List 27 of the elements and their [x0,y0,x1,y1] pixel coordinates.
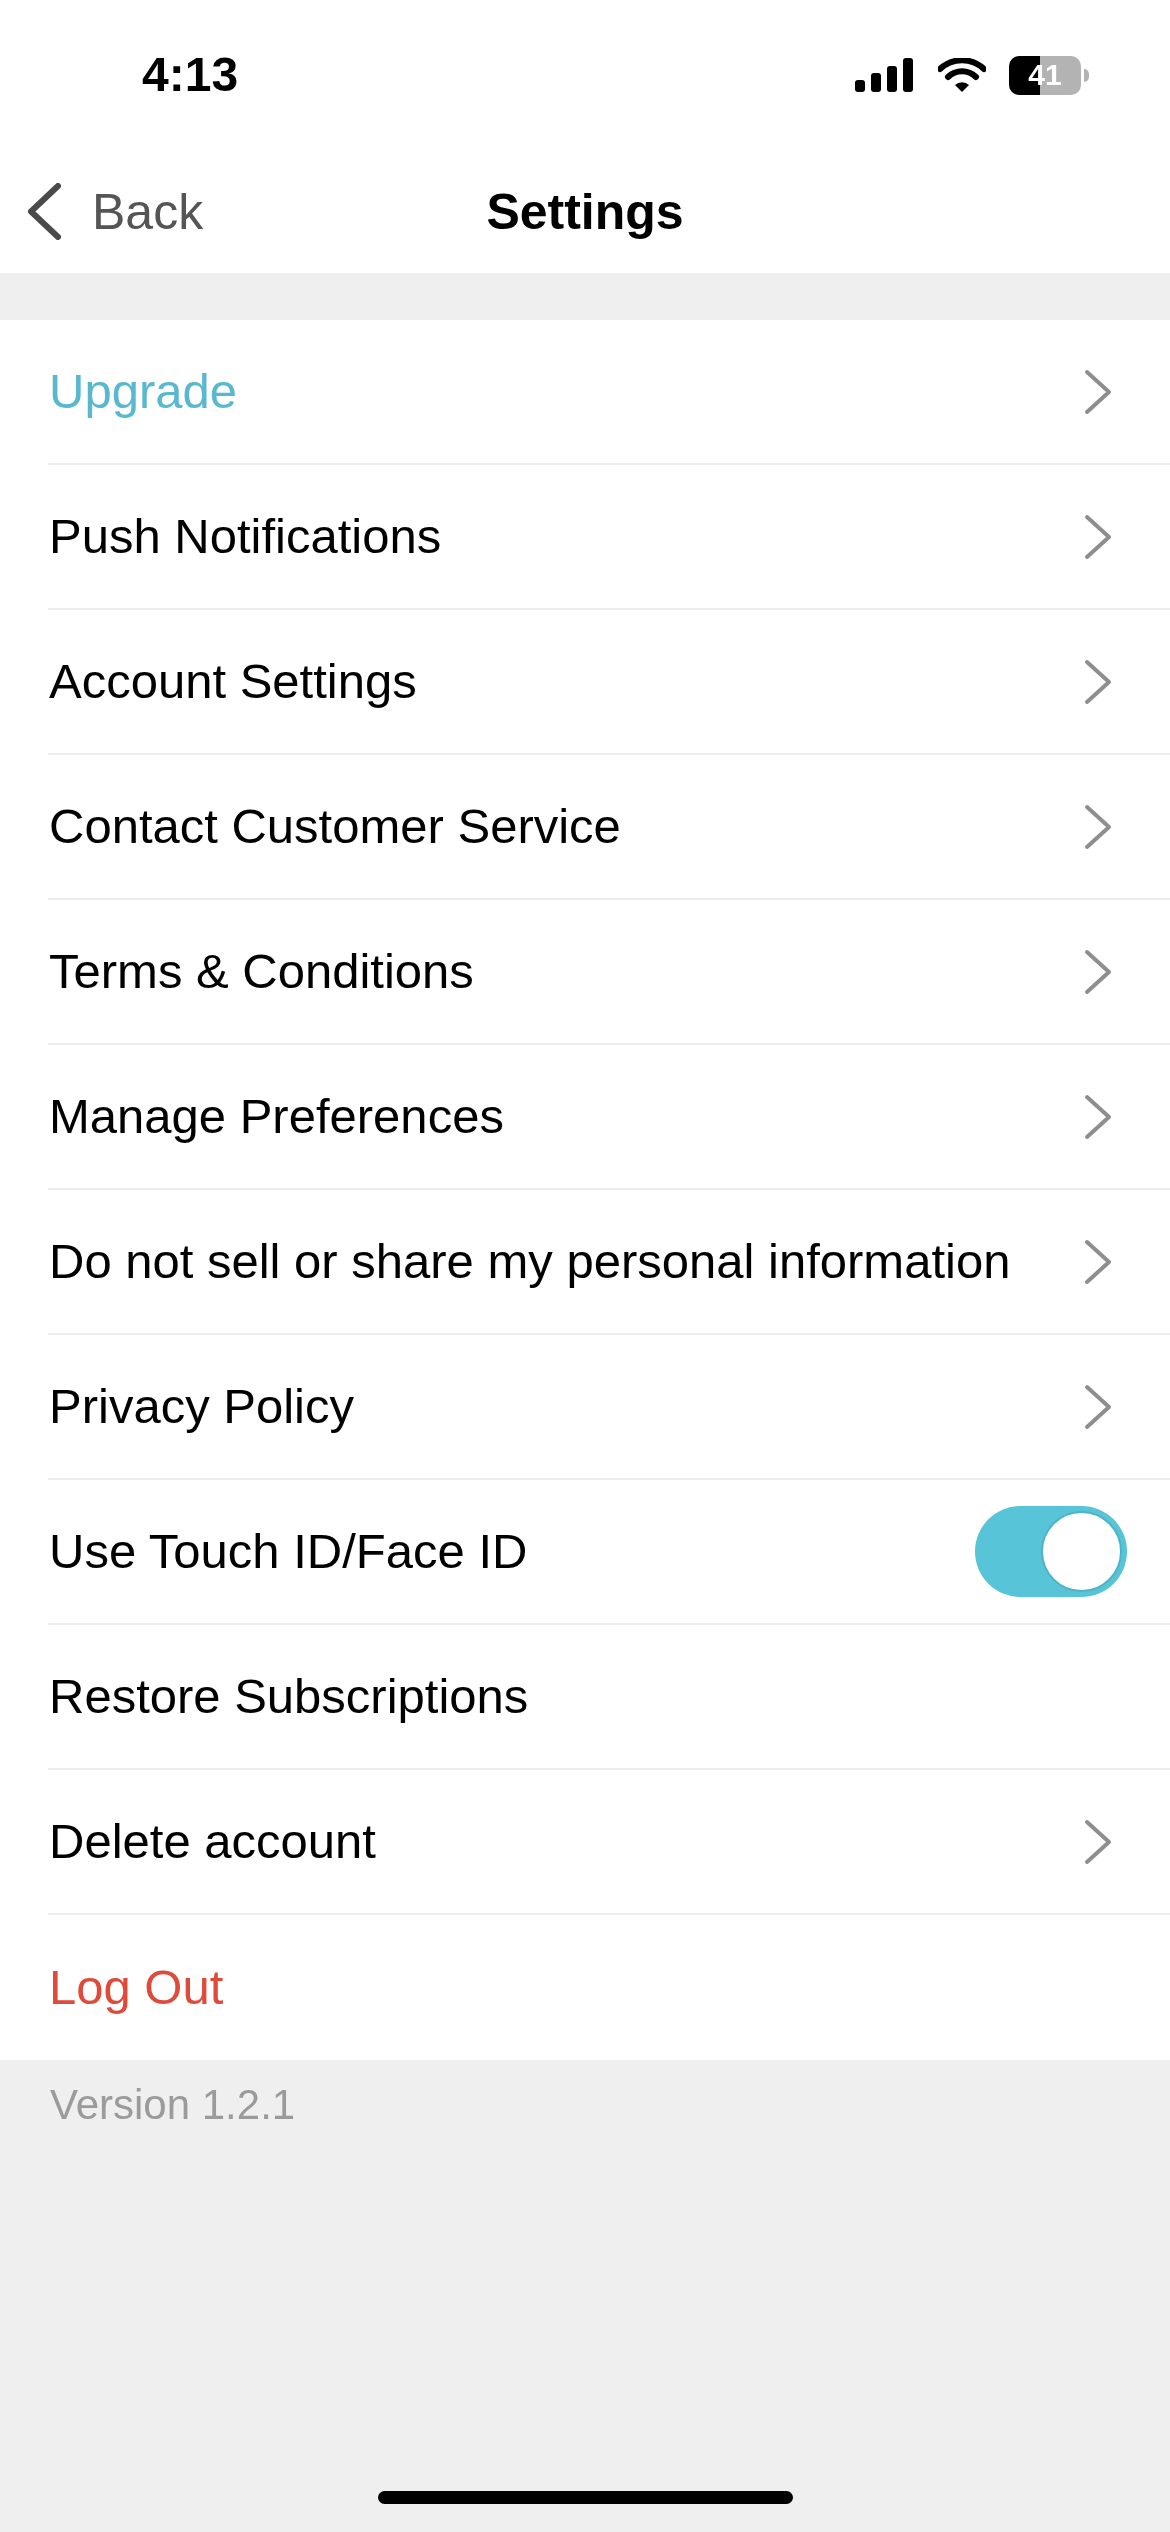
chevron-right-icon [1084,658,1112,705]
chevron-right-icon [1084,513,1112,560]
chevron-right-icon [1084,1818,1112,1865]
settings-row[interactable]: Contact Customer Service [48,755,1170,900]
back-button[interactable]: Back [27,183,204,240]
status-time: 4:13 [142,51,239,99]
setting-label: Use Touch ID/Face ID [49,1527,528,1576]
chevron-right-icon [1084,948,1112,995]
settings-row[interactable]: Restore Subscriptions [48,1625,1170,1770]
back-chevron-icon [27,183,62,240]
chevron-right-icon [1084,368,1112,415]
settings-row[interactable]: Account Settings [48,610,1170,755]
chevron-right-icon [1084,1093,1112,1140]
settings-row[interactable]: Do not sell or share my personal information [48,1190,1170,1335]
signal-icon [855,58,913,92]
settings-row[interactable]: Manage Preferences [48,1045,1170,1190]
settings-row[interactable]: Push Notifications [48,465,1170,610]
version-text: Version 1.2.1 [49,2080,297,2129]
chevron-right-icon [1084,803,1112,850]
settings-row[interactable]: Privacy Policy [48,1335,1170,1480]
settings-row[interactable]: Terms & Conditions [48,900,1170,1045]
chevron-right-icon [1084,1238,1112,1285]
settings-row[interactable]: Log Out [48,1915,1170,2060]
chevron-right-icon [1084,1383,1112,1430]
screen-title: Settings [486,186,684,237]
wifi-icon [938,58,986,92]
settings-row[interactable]: Delete account [48,1770,1170,1915]
